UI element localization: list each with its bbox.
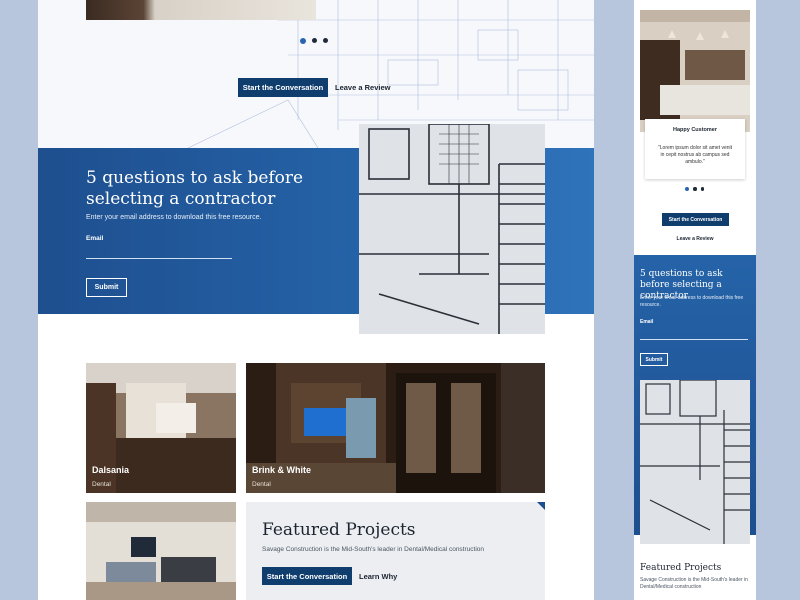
featured-title: Featured Projects xyxy=(640,563,722,573)
blueprint-photo xyxy=(640,380,750,544)
mobile-mockup: Happy Customer "Lorem ipsum dolor sit am… xyxy=(634,0,756,600)
email-label: Email xyxy=(640,319,654,325)
carousel-dots[interactable] xyxy=(685,186,704,191)
project-category: Dental xyxy=(92,481,111,488)
featured-projects: Featured Projects Savage Construction is… xyxy=(246,502,545,600)
carousel-dot[interactable] xyxy=(300,37,306,44)
corner-accent xyxy=(537,502,545,510)
start-conversation-button[interactable]: Start the Conversation xyxy=(662,213,729,226)
testimonial-photo xyxy=(640,10,750,132)
email-field[interactable] xyxy=(86,258,232,259)
submit-button[interactable]: Submit xyxy=(640,353,668,366)
download-subtitle: Enter your email address to download thi… xyxy=(86,214,262,221)
hero-photo xyxy=(86,0,316,20)
download-subtitle: Enter your email address to download thi… xyxy=(640,295,744,308)
carousel-dot[interactable] xyxy=(685,186,689,191)
submit-button[interactable]: Submit xyxy=(86,278,127,297)
carousel-dots[interactable] xyxy=(300,37,328,44)
project-name: Dalsania xyxy=(92,465,130,475)
project-card[interactable]: Brink & White Dental xyxy=(246,363,545,493)
leave-review-link[interactable]: Leave a Review xyxy=(335,83,390,92)
carousel-dot[interactable] xyxy=(693,187,697,191)
project-card[interactable] xyxy=(86,502,236,600)
testimonial-title: Happy Customer xyxy=(672,127,717,133)
start-conversation-button[interactable]: Start the Conversation xyxy=(262,567,352,585)
testimonial-quote: "Lorem ipsum dolor sit amet venit in cep… xyxy=(657,145,733,165)
featured-subtitle: Savage Construction is the Mid-South's l… xyxy=(262,546,484,553)
featured-subtitle: Savage Construction is the Mid-South's l… xyxy=(640,577,748,590)
carousel-dot[interactable] xyxy=(700,187,704,191)
project-name: Brink & White xyxy=(252,465,312,475)
learn-why-link[interactable]: Learn Why xyxy=(359,572,397,581)
start-conversation-button[interactable]: Start the Conversation xyxy=(238,78,328,97)
leave-review-link[interactable]: Leave a Review xyxy=(634,236,756,242)
project-category: Dental xyxy=(252,481,271,488)
testimonial-card: Happy Customer "Lorem ipsum dolor sit am… xyxy=(645,119,745,179)
project-card[interactable]: Dalsania Dental xyxy=(86,363,236,493)
email-field[interactable] xyxy=(640,339,748,340)
download-title: 5 questions to ask before selecting a co… xyxy=(86,168,304,209)
email-label: Email xyxy=(86,235,104,242)
desktop-mockup: Start the Conversation Leave a Review 5 … xyxy=(38,0,594,600)
blueprint-photo xyxy=(359,124,545,334)
carousel-dot[interactable] xyxy=(312,38,317,43)
featured-title: Featured Projects xyxy=(262,520,416,540)
carousel-dot[interactable] xyxy=(323,38,328,43)
